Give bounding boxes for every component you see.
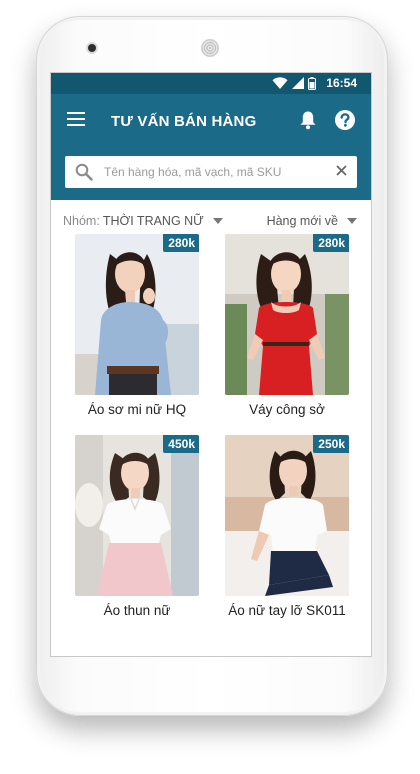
help-icon — [335, 110, 355, 130]
product-name: Váy công sở — [249, 402, 325, 417]
app-bar: TƯ VẤN BÁN HÀNG — [51, 94, 371, 150]
battery-icon — [308, 76, 317, 90]
clear-search-icon[interactable] — [336, 165, 347, 176]
group-dropdown[interactable]: Nhóm: THỜI TRANG NỮ — [63, 214, 223, 228]
product-image: 280k — [225, 234, 349, 395]
screen: 16:54 TƯ VẤN BÁN HÀNG Tên hàng hóa, mã v… — [51, 73, 371, 656]
product-image: 250k — [225, 435, 349, 596]
product-card[interactable]: 280k Váy công sở — [225, 234, 349, 417]
earpiece-speaker — [202, 40, 218, 56]
product-name: Áo nữ tay lỡ SK011 — [228, 603, 346, 618]
search-input[interactable] — [102, 164, 326, 180]
menu-button[interactable] — [67, 112, 87, 132]
help-button[interactable] — [334, 109, 356, 136]
product-card[interactable]: 280k Áo sơ mi nữ HQ — [75, 234, 199, 417]
product-card[interactable]: 450k Áo thun nữ — [75, 435, 199, 618]
group-value: THỜI TRANG NỮ — [102, 214, 204, 228]
group-label: Nhóm: — [63, 214, 100, 228]
notifications-button[interactable] — [299, 110, 317, 135]
product-name: Áo thun nữ — [103, 603, 171, 618]
status-icons: 16:54 — [272, 76, 357, 90]
search-box — [65, 156, 357, 188]
group-dropdown-arrow-icon — [212, 218, 223, 224]
product-name: Áo sơ mi nữ HQ — [87, 402, 187, 417]
signal-icon — [292, 77, 305, 89]
sort-dropdown-arrow-icon — [347, 218, 357, 224]
product-price: 280k — [313, 234, 349, 252]
product-card[interactable]: 250k Áo nữ tay lỡ SK011 — [225, 435, 349, 618]
wifi-icon — [272, 77, 288, 89]
product-price: 450k — [163, 435, 199, 453]
product-price: 280k — [163, 234, 199, 252]
search-icon — [75, 163, 93, 181]
front-camera — [88, 44, 96, 52]
product-image: 450k — [75, 435, 199, 596]
bell-icon — [300, 111, 316, 130]
hamburger-menu-icon — [67, 112, 85, 126]
sort-dropdown[interactable]: Hàng mới về — [267, 214, 357, 228]
status-time: 16:54 — [326, 76, 357, 90]
phone-frame: 16:54 TƯ VẤN BÁN HÀNG Tên hàng hóa, mã v… — [36, 16, 388, 716]
product-image: 280k — [75, 234, 199, 395]
sort-value: Hàng mới về — [266, 214, 338, 228]
search-bar-area — [51, 150, 371, 200]
product-price: 250k — [313, 435, 349, 453]
app-title: TƯ VẤN BÁN HÀNG — [111, 113, 257, 130]
status-bar: 16:54 — [51, 73, 371, 94]
